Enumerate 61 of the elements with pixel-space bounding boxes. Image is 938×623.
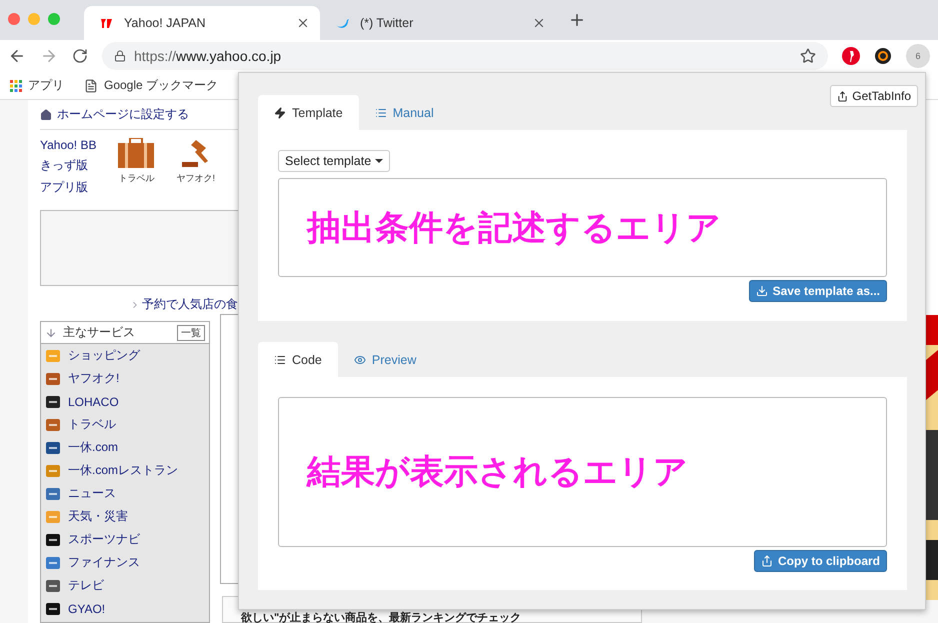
extension-badge[interactable]: 6 [906, 44, 930, 68]
service-item[interactable]: ショッピング [41, 344, 209, 367]
lightning-icon [274, 106, 286, 118]
share-arrow-icon [761, 555, 773, 567]
service-item[interactable]: LOHACO [41, 390, 209, 413]
camera-icon[interactable] [874, 47, 892, 65]
bird-icon [336, 17, 350, 29]
service-item[interactable]: トラベル [41, 413, 209, 436]
get-tab-info-button[interactable]: GetTabInfo [830, 85, 918, 107]
service-item[interactable]: ニュース [41, 482, 209, 505]
page-link[interactable]: アプリ版 [40, 179, 96, 196]
close-icon[interactable] [296, 16, 310, 30]
new-tab-icon[interactable] [568, 11, 586, 29]
list-all-button[interactable]: 一覧 [177, 324, 205, 340]
logo-icon [45, 440, 61, 456]
service-item[interactable]: テレビ [41, 574, 209, 597]
browser-tab[interactable]: Yahoo! JAPAN [84, 6, 320, 40]
service-item[interactable]: ファイナンス [41, 551, 209, 574]
page-link[interactable]: Yahoo! BB [40, 138, 96, 152]
home-icon [40, 108, 52, 120]
homepage-link[interactable]: ホームページに設定する [57, 106, 189, 123]
page-icon [84, 78, 98, 92]
share-arrow-icon [837, 90, 848, 102]
panel-tab[interactable]: Preview [338, 342, 432, 377]
icon-label[interactable]: トラベル [118, 172, 154, 185]
panel-tab[interactable]: Manual [358, 95, 450, 130]
bookmark[interactable]: Google ブックマーク [84, 77, 218, 94]
logo-icon [45, 532, 61, 548]
reload-icon[interactable] [72, 48, 88, 64]
icon-label[interactable]: ヤフオク! [176, 172, 215, 185]
lock-icon [114, 50, 126, 62]
services-title: 主なサービス [63, 324, 135, 341]
back-icon[interactable] [8, 47, 26, 65]
service-item[interactable]: スポーツナビ [41, 528, 209, 551]
browser-tab[interactable]: (*) Twitter [320, 6, 556, 40]
copy-button[interactable]: Copy to clipboard [754, 550, 887, 572]
address-bar[interactable]: https://www.yahoo.co.jp [102, 42, 828, 70]
panel-tab[interactable]: Code [258, 342, 338, 377]
close-icon[interactable] [532, 16, 546, 30]
apps-grid-icon [10, 80, 22, 92]
template-dropdown[interactable]: Select template [278, 150, 390, 172]
logo-icon [45, 600, 61, 616]
star-icon[interactable] [800, 48, 816, 64]
page-link[interactable]: きっず版 [40, 157, 96, 174]
logo-icon [100, 17, 114, 29]
promo-link[interactable]: 予約で人気店の食 [142, 296, 238, 313]
save-template-button[interactable]: Save template as... [748, 280, 887, 302]
service-item[interactable]: GYAO! [41, 597, 209, 620]
service-item[interactable]: ヤフオク! [41, 367, 209, 390]
panel-tab[interactable]: Template [258, 95, 359, 130]
service-item[interactable]: 天気・災害 [41, 505, 209, 528]
pin-icon[interactable] [842, 47, 860, 65]
service-item[interactable]: 一休.com [41, 436, 209, 459]
logo-icon [45, 462, 61, 478]
down-arrow-icon[interactable] [45, 326, 57, 338]
bookmark[interactable]: アプリ [10, 77, 64, 94]
eye-icon [354, 354, 366, 366]
download-icon [756, 285, 768, 297]
service-item[interactable]: 一休.comレストラン [41, 459, 209, 482]
caret-icon [375, 159, 384, 163]
logo-icon [45, 394, 61, 410]
